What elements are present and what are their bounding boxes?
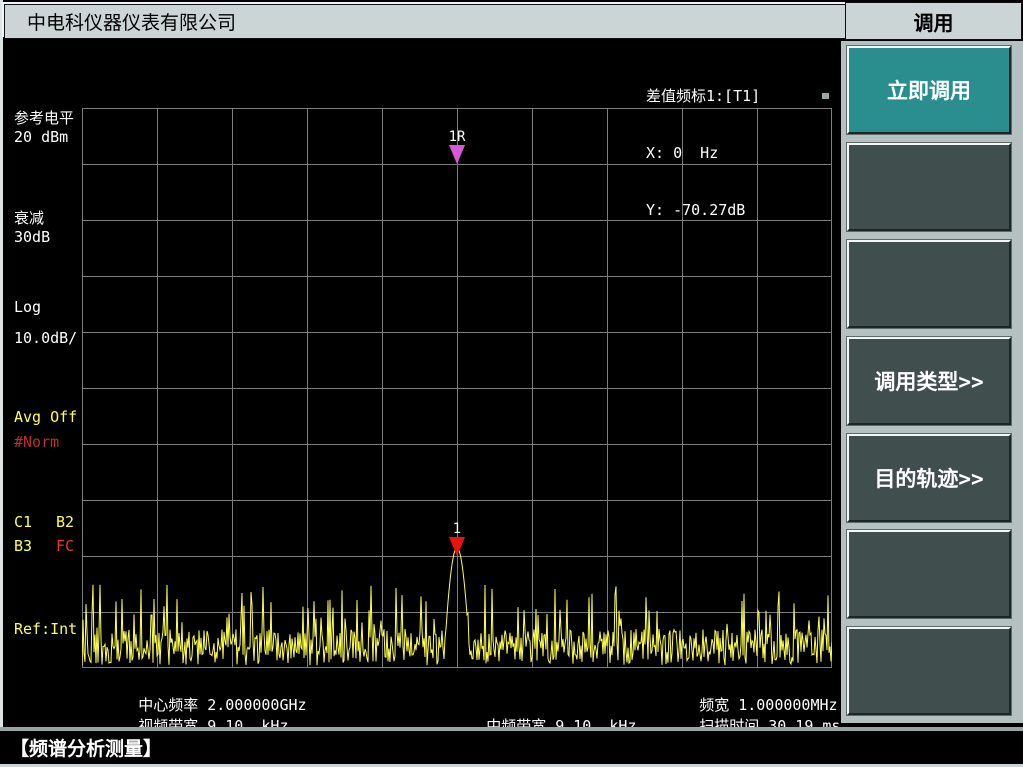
softkey-recall-type[interactable]: 调用类型>> [847, 337, 1011, 425]
ref-level-label: 参考电平 [14, 107, 74, 128]
frame-left [0, 0, 3, 727]
softkey-recall-now[interactable]: 立即调用 [847, 46, 1011, 134]
company-name: 中电科仪器仪表有限公司 [27, 8, 236, 35]
softkey-panel: 立即调用 调用类型>> 目的轨迹>> [841, 41, 1023, 723]
spectrum-display: 差值频标1:[T1] X: 0 Hz Y: -70.27dB 参考电平 20 d… [8, 44, 838, 726]
softkey-recall-type-label: 调用类型>> [874, 366, 983, 396]
avg-status: Avg Off [14, 408, 77, 426]
attenuation-label: 衰减 [14, 207, 44, 228]
instrument-screen: 中电科仪器仪表有限公司 调用 差值频标1:[T1] X: 0 Hz Y: -70… [0, 0, 1023, 767]
delta-marker-title: 差值频标1:[T1] [646, 87, 760, 106]
reference-marker-label: 1R [449, 130, 466, 145]
trace-update-indicator [822, 93, 829, 99]
trace-status-b2: B2 [56, 513, 74, 531]
spectrum-plot-svg [82, 108, 832, 668]
ref-source-status: Ref:Int [14, 620, 77, 638]
softkey-blank-6[interactable] [847, 530, 1011, 618]
mode-title: 【频谱分析测量】 [10, 734, 162, 761]
reference-marker-1R: 1R [448, 130, 466, 164]
trace-status-fc: FC [56, 537, 74, 555]
softkey-dest-trace-label: 目的轨迹>> [874, 463, 983, 493]
menu-title-label: 调用 [914, 7, 954, 36]
delta-marker-1: 1 [448, 522, 466, 556]
trace-status-b3: B3 [14, 537, 32, 555]
ref-level-value: 20 dBm [14, 128, 68, 146]
status-bar: 【频谱分析测量】 [0, 731, 1023, 764]
softkey-dest-trace[interactable]: 目的轨迹>> [847, 434, 1011, 522]
softkey-blank-7[interactable] [847, 627, 1011, 715]
delta-marker-icon [449, 537, 465, 556]
scale-type-label: Log [14, 298, 41, 316]
menu-title: 调用 [845, 2, 1022, 40]
trace-status-c1: C1 [14, 513, 32, 531]
softkey-blank-3[interactable] [847, 240, 1011, 328]
title-bar: 中电科仪器仪表有限公司 [4, 4, 861, 39]
softkey-recall-now-label: 立即调用 [887, 75, 971, 105]
softkey-blank-2[interactable] [847, 143, 1011, 231]
scale-value: 10.0dB/ [14, 329, 77, 347]
attenuation-value: 30dB [14, 228, 50, 246]
spectrum-plot: 1R 1 [82, 108, 832, 668]
norm-status: #Norm [14, 433, 59, 451]
delta-marker-label: 1 [453, 522, 461, 537]
reference-marker-icon [449, 145, 465, 164]
